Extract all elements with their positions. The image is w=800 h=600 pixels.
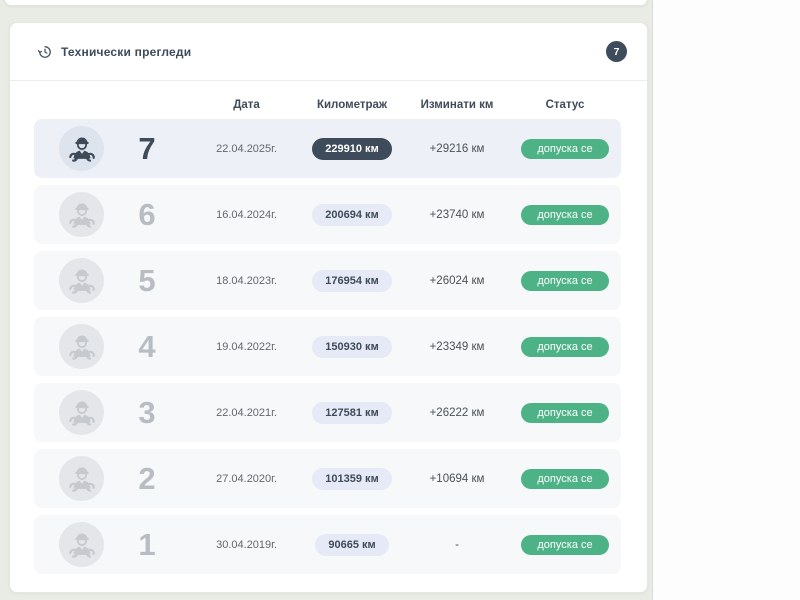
inspection-date: 22.04.2021г. [194, 383, 299, 442]
traveled-distance: - [405, 515, 509, 574]
table-header: Дата Километраж Изминати км Статус [34, 97, 621, 113]
inspection-row[interactable]: 3 22.04.2021г. 127581 км +26222 км допус… [34, 383, 621, 442]
status-badge: допуска се [521, 535, 608, 555]
inspection-date: 30.04.2019г. [194, 515, 299, 574]
card-header: Технически прегледи 7 [10, 23, 647, 81]
inspection-list: 7 22.04.2025г. 229910 км +29216 км допус… [34, 119, 621, 574]
inspections-card: Технически прегледи 7 Дата Километраж Из… [9, 22, 648, 593]
status-badge: допуска се [521, 205, 608, 225]
traveled-distance: +26222 км [405, 383, 509, 442]
col-header-traveled: Изминати км [405, 97, 509, 113]
traveled-distance: +29216 км [405, 119, 509, 178]
col-header-mileage: Километраж [299, 97, 405, 113]
inspection-date: 18.04.2023г. [194, 251, 299, 310]
status-badge: допуска се [521, 337, 608, 357]
inspection-row[interactable]: 2 27.04.2020г. 101359 км +10694 км допус… [34, 449, 621, 508]
inspection-row[interactable]: 7 22.04.2025г. 229910 км +29216 км допус… [34, 119, 621, 178]
right-panel [652, 0, 800, 600]
col-header-date: Дата [194, 97, 299, 113]
mileage-badge: 101359 км [312, 468, 391, 490]
mechanic-avatar-icon [59, 390, 104, 435]
mechanic-avatar-icon [59, 456, 104, 501]
traveled-distance: +26024 км [405, 251, 509, 310]
traveled-distance: +23349 км [405, 317, 509, 376]
row-number: 3 [114, 383, 194, 442]
status-badge: допуска се [521, 469, 608, 489]
mechanic-avatar-icon [59, 522, 104, 567]
card-title: Технически прегледи [61, 45, 191, 59]
inspection-row[interactable]: 6 16.04.2024г. 200694 км +23740 км допус… [34, 185, 621, 244]
mechanic-avatar-icon [59, 126, 104, 171]
inspection-row[interactable]: 5 18.04.2023г. 176954 км +26024 км допус… [34, 251, 621, 310]
inspection-date: 19.04.2022г. [194, 317, 299, 376]
status-badge: допуска се [521, 271, 608, 291]
mileage-badge: 229910 км [312, 138, 391, 160]
mileage-badge: 127581 км [312, 402, 391, 424]
col-header-status: Статус [509, 97, 621, 113]
inspection-date: 22.04.2025г. [194, 119, 299, 178]
inspection-row[interactable]: 1 30.04.2019г. 90665 км - допуска се [34, 515, 621, 574]
mechanic-avatar-icon [59, 258, 104, 303]
inspection-row[interactable]: 4 19.04.2022г. 150930 км +23349 км допус… [34, 317, 621, 376]
status-badge: допуска се [521, 403, 608, 423]
mileage-badge: 200694 км [312, 204, 391, 226]
row-number: 7 [114, 119, 194, 178]
row-number: 1 [114, 515, 194, 574]
mileage-badge: 90665 км [315, 534, 388, 556]
previous-card-edge [4, 0, 648, 6]
inspection-date: 27.04.2020г. [194, 449, 299, 508]
mechanic-avatar-icon [59, 324, 104, 369]
status-badge: допуска се [521, 139, 608, 159]
row-number: 5 [114, 251, 194, 310]
mileage-badge: 176954 км [312, 270, 391, 292]
traveled-distance: +23740 км [405, 185, 509, 244]
inspection-count-badge: 7 [606, 41, 627, 62]
mileage-badge: 150930 км [312, 336, 391, 358]
row-number: 2 [114, 449, 194, 508]
mechanic-avatar-icon [59, 192, 104, 237]
traveled-distance: +10694 км [405, 449, 509, 508]
history-icon [38, 45, 52, 59]
row-number: 6 [114, 185, 194, 244]
inspection-date: 16.04.2024г. [194, 185, 299, 244]
row-number: 4 [114, 317, 194, 376]
